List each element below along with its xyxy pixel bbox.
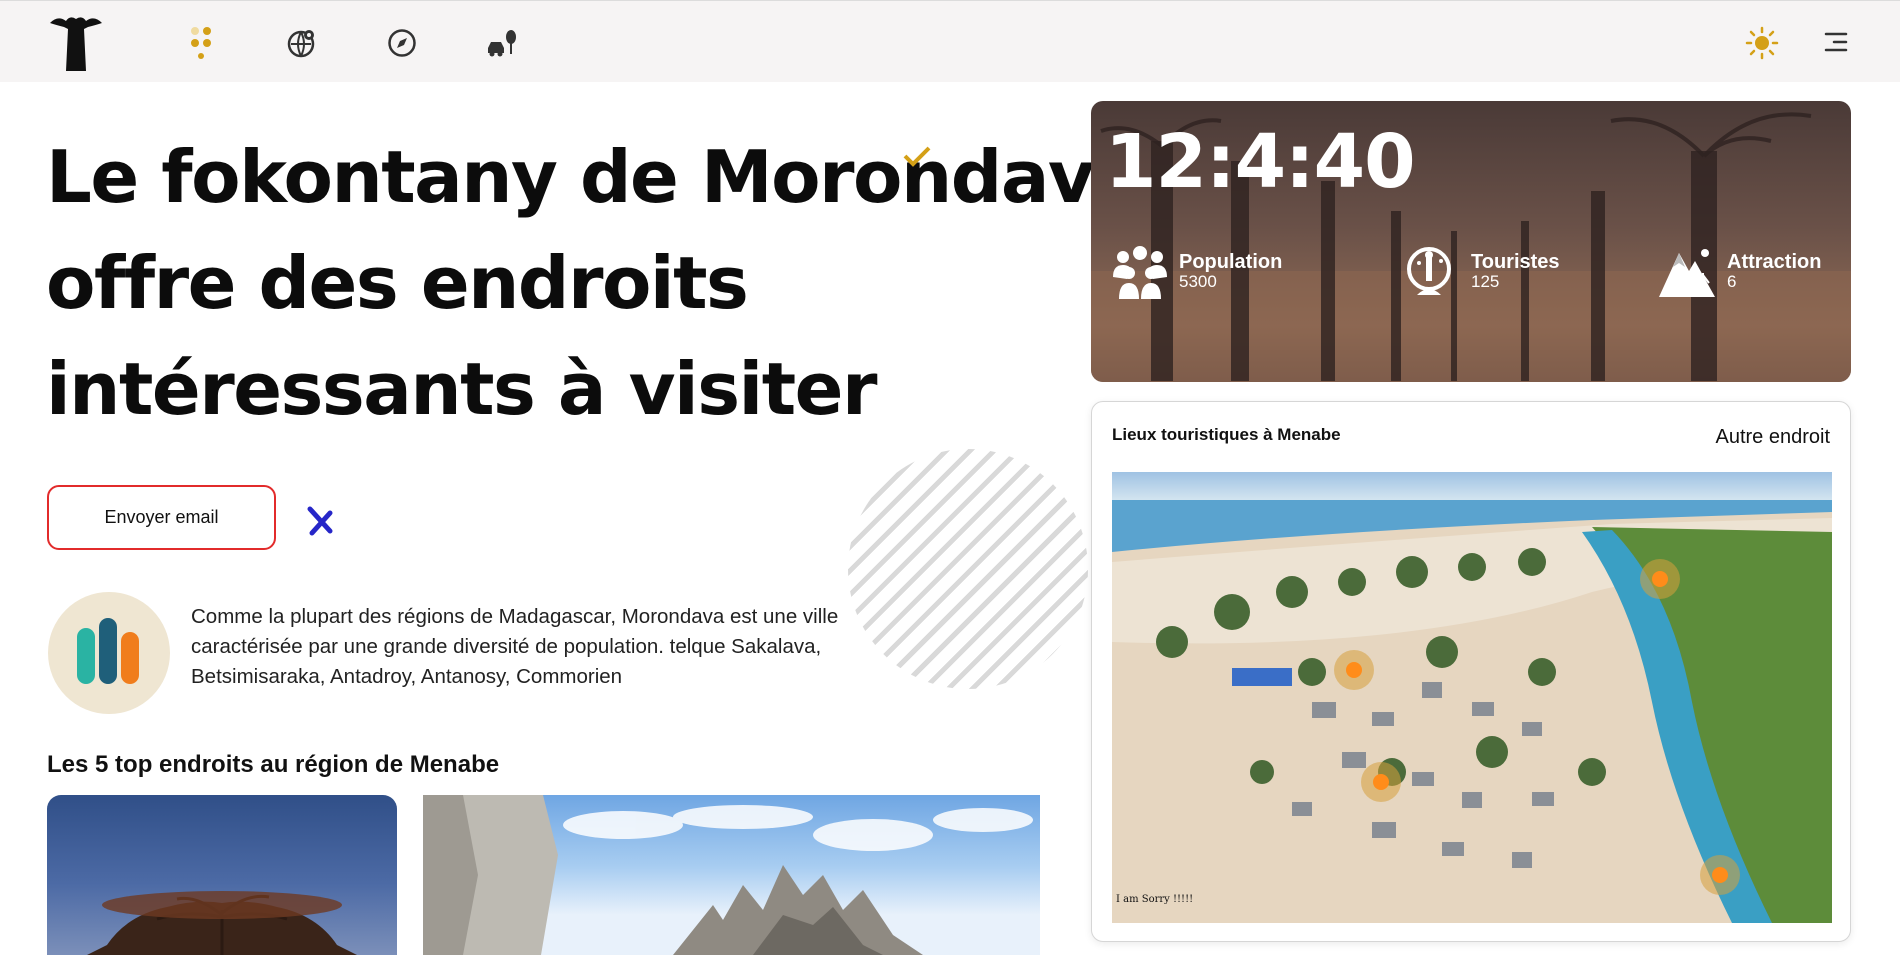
stat-tourists: Touristes 125 [1401,241,1560,301]
map-caption: I am Sorry !!!!! [1116,894,1194,905]
map-pin[interactable] [1334,650,1374,690]
aerial-map-image[interactable]: I am Sorry !!!!! [1112,472,1832,923]
menu-lines-icon[interactable] [1822,27,1852,57]
people-group-icon [1113,246,1167,299]
baobab-logo[interactable] [48,13,104,73]
top-navigation-bar [0,0,1900,82]
map-pin[interactable] [1700,855,1740,895]
car-tree-icon[interactable] [484,23,520,63]
hero-line-2: offre des endroits [46,241,749,325]
tourist-map-card: Lieux touristiques à Menabe Autre endroi… [1091,401,1851,942]
hero-line-3: intéressants à visiter [46,347,877,431]
place-card-baobab[interactable] [47,795,397,955]
stat-tourists-label: Touristes [1471,251,1560,273]
clock: 12:4:40 [1105,119,1416,205]
stat-population-value: 5300 [1179,272,1217,291]
globe-pin-icon[interactable] [284,23,320,63]
cross-decoration-icon [304,505,336,537]
sun-icon[interactable] [1744,25,1780,61]
compass-icon[interactable] [384,23,420,63]
stat-attraction-label: Attraction [1727,251,1822,273]
send-email-button[interactable]: Envoyer email [47,485,276,550]
stat-tourists-value: 125 [1471,272,1500,291]
map-title: Lieux touristiques à Menabe [1112,425,1341,444]
stats-card: 12:4:40 Population 5300 Touristes 125 At… [1091,101,1851,382]
population-chart-icon [48,592,170,714]
map-pin[interactable] [1361,762,1401,802]
dots-grid-icon[interactable] [184,23,220,63]
tourist-globe-icon [1407,247,1451,295]
hero-line-1: Le fokontany de Morondava [46,135,1142,219]
map-pin[interactable] [1640,559,1680,599]
other-place-link[interactable]: Autre endroit [1715,426,1830,449]
place-card-tsingy[interactable] [423,795,1040,955]
intro-paragraph: Comme la plupart des régions de Madagasc… [191,605,839,688]
top-places-title: Les 5 top endroits au région de Menabe [47,751,500,778]
hero-title: Le fokontany de Morondava offre des endr… [46,124,1142,442]
mountain-icon [1659,249,1715,297]
stat-population-label: Population [1179,251,1283,273]
check-accent-icon [903,146,931,168]
stat-population: Population 5300 [1109,241,1282,301]
stat-attraction: Attraction 6 [1657,241,1821,301]
stat-attraction-value: 6 [1727,272,1737,291]
